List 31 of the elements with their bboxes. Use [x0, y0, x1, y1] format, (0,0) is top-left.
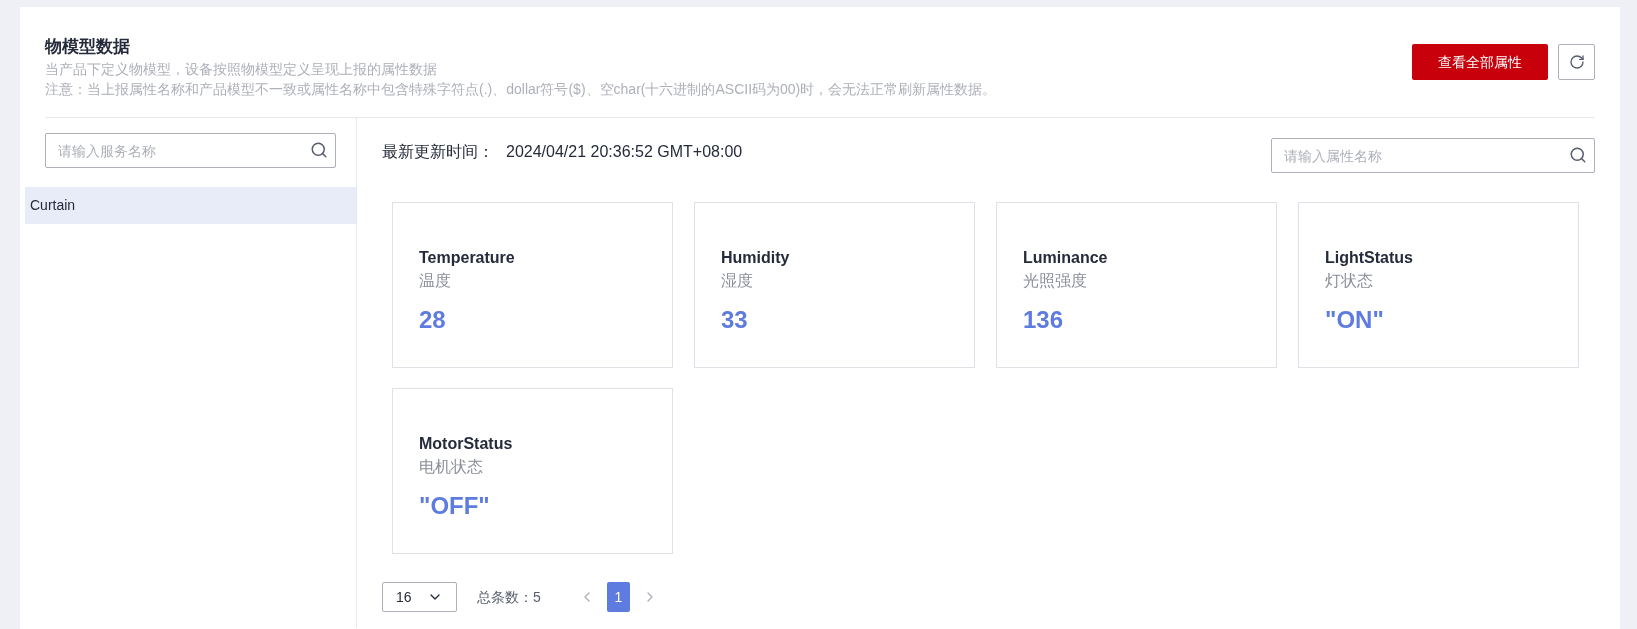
page-number[interactable]: 1 — [606, 582, 630, 612]
property-value: "OFF" — [419, 491, 491, 521]
property-name: Temperature — [419, 248, 516, 268]
property-label: 灯状态 — [1325, 271, 1374, 291]
property-name: MotorStatus — [419, 434, 514, 454]
notice-text: 注意：当上报属性名称和产品模型不一致或属性名称中包含特殊字符点(.)、dollar符号($)、空char(十六进制的ASCII码为00)时，会无法正常刷新属性数据。 — [45, 80, 997, 99]
property-value: "ON" — [1325, 305, 1385, 335]
description-text: 当产品下定义物模型，设备按照物模型定义呈现上报的属性数据 — [45, 60, 438, 79]
property-value: 136 — [1023, 305, 1065, 335]
refresh-button[interactable] — [1558, 44, 1595, 80]
search-icon — [310, 141, 328, 159]
property-name: Luminance — [1023, 248, 1109, 268]
property-name: LightStatus — [1325, 248, 1414, 268]
view-all-properties-button[interactable]: 查看全部属性 — [1412, 44, 1548, 80]
update-time-value: 2024/04/21 20:36:52 GMT+08:00 — [506, 142, 743, 162]
property-value: 28 — [419, 305, 447, 335]
property-value: 33 — [721, 305, 749, 335]
property-search-field[interactable]: 请输入属性名称 — [1271, 138, 1595, 173]
service-list-item[interactable]: Curtain — [25, 187, 356, 224]
property-label: 光照强度 — [1023, 271, 1088, 291]
property-label: 电机状态 — [419, 457, 484, 477]
search-icon — [1569, 146, 1587, 164]
property-name: Humidity — [721, 248, 791, 268]
property-label: 温度 — [419, 271, 452, 291]
page-title: 物模型数据 — [45, 36, 131, 58]
refresh-icon — [1568, 54, 1585, 70]
update-time-label: 最新更新时间： — [382, 142, 494, 162]
page-size-select[interactable]: 16 — [382, 582, 457, 612]
total-count: 总条数：5 — [477, 587, 541, 607]
service-search-field[interactable]: 请输入服务名称 — [45, 133, 336, 168]
property-label: 湿度 — [721, 271, 754, 291]
